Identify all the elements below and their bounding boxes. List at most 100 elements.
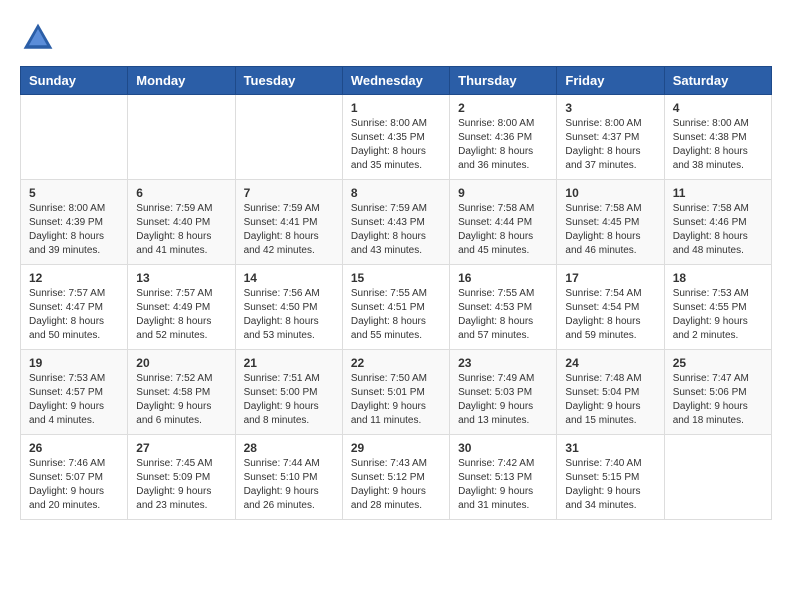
day-number: 1 [351,101,441,115]
calendar-cell: 24Sunrise: 7:48 AM Sunset: 5:04 PM Dayli… [557,350,664,435]
day-number: 30 [458,441,548,455]
day-info: Sunrise: 7:53 AM Sunset: 4:57 PM Dayligh… [29,372,119,428]
logo-icon [20,20,56,56]
day-number: 7 [244,186,334,200]
day-number: 17 [565,271,655,285]
calendar-cell: 14 Sunrise: 7:56 AM Sunset: 4:50 PM Dayli… [235,265,342,350]
day-info: Sunrise: 7:59 AM Sunset: 4:41 PM Dayligh… [244,202,334,258]
calendar-cell: 18 Sunrise: 7:53 AM Sunset: 4:55 PM Dayli… [664,265,771,350]
calendar-cell: 29 Sunrise: 7:43 AM Sunset: 5:12 PM Dayli… [342,435,449,520]
day-of-week-header: Tuesday [235,67,342,95]
calendar-cell: 16 Sunrise: 7:55 AM Sunset: 4:53 PM Dayli… [450,265,557,350]
calendar-week-row: 1 Sunrise: 8:00 AM Sunset: 4:35 PM Daylig… [21,95,772,180]
day-number: 25 [673,356,763,370]
day-info: Sunrise: 7:53 AM Sunset: 4:55 PM Dayligh… [673,287,763,343]
day-number: 29 [351,441,441,455]
day-of-week-header: Sunday [21,67,128,95]
logo [20,20,62,56]
day-number: 3 [565,101,655,115]
day-info: Sunrise: 7:59 AM Sunset: 4:40 PM Dayligh… [136,202,226,258]
calendar-cell: 15 Sunrise: 7:55 AM Sunset: 4:51 PM Dayli… [342,265,449,350]
calendar-cell [235,95,342,180]
day-of-week-header: Friday [557,67,664,95]
day-number: 2 [458,101,548,115]
calendar-cell: 30 Sunrise: 7:42 AM Sunset: 5:13 PM Dayli… [450,435,557,520]
day-info: Sunrise: 7:46 AM Sunset: 5:07 PM Dayligh… [29,457,119,513]
calendar-cell: 22Sunrise: 7:50 AM Sunset: 5:01 PM Dayli… [342,350,449,435]
day-info: Sunrise: 7:56 AM Sunset: 4:50 PM Dayligh… [244,287,334,343]
page-header [20,20,772,56]
day-info: Sunrise: 7:57 AM Sunset: 4:49 PM Dayligh… [136,287,226,343]
day-number: 13 [136,271,226,285]
day-info: Sunrise: 7:40 AM Sunset: 5:15 PM Dayligh… [565,457,655,513]
day-info: Sunrise: 7:58 AM Sunset: 4:45 PM Dayligh… [565,202,655,258]
calendar-cell: 12 Sunrise: 7:57 AM Sunset: 4:47 PM Dayli… [21,265,128,350]
calendar-cell: 5 Sunrise: 8:00 AM Sunset: 4:39 PM Daylig… [21,180,128,265]
calendar-cell [21,95,128,180]
calendar-cell: 28 Sunrise: 7:44 AM Sunset: 5:10 PM Dayli… [235,435,342,520]
day-number: 21 [244,356,334,370]
day-info: Sunrise: 7:48 AM Sunset: 5:04 PM Dayligh… [565,372,655,428]
day-number: 19 [29,356,119,370]
calendar-cell: 26 Sunrise: 7:46 AM Sunset: 5:07 PM Dayli… [21,435,128,520]
calendar-cell [664,435,771,520]
day-of-week-header: Monday [128,67,235,95]
day-info: Sunrise: 8:00 AM Sunset: 4:38 PM Dayligh… [673,117,763,173]
calendar-cell: 25Sunrise: 7:47 AM Sunset: 5:06 PM Dayli… [664,350,771,435]
day-info: Sunrise: 7:44 AM Sunset: 5:10 PM Dayligh… [244,457,334,513]
calendar-table: SundayMondayTuesdayWednesdayThursdayFrid… [20,66,772,520]
calendar-cell: 19 Sunrise: 7:53 AM Sunset: 4:57 PM Dayli… [21,350,128,435]
day-info: Sunrise: 7:54 AM Sunset: 4:54 PM Dayligh… [565,287,655,343]
calendar-cell: 10Sunrise: 7:58 AM Sunset: 4:45 PM Dayli… [557,180,664,265]
day-of-week-header: Thursday [450,67,557,95]
calendar-cell: 3 Sunrise: 8:00 AM Sunset: 4:37 PM Daylig… [557,95,664,180]
day-info: Sunrise: 7:49 AM Sunset: 5:03 PM Dayligh… [458,372,548,428]
calendar-cell: 13 Sunrise: 7:57 AM Sunset: 4:49 PM Dayli… [128,265,235,350]
calendar-cell: 17 Sunrise: 7:54 AM Sunset: 4:54 PM Dayli… [557,265,664,350]
day-info: Sunrise: 7:55 AM Sunset: 4:53 PM Dayligh… [458,287,548,343]
day-number: 22 [351,356,441,370]
day-number: 15 [351,271,441,285]
day-info: Sunrise: 7:58 AM Sunset: 4:44 PM Dayligh… [458,202,548,258]
day-number: 27 [136,441,226,455]
day-info: Sunrise: 8:00 AM Sunset: 4:37 PM Dayligh… [565,117,655,173]
day-info: Sunrise: 7:58 AM Sunset: 4:46 PM Dayligh… [673,202,763,258]
day-number: 11 [673,186,763,200]
day-number: 20 [136,356,226,370]
day-number: 8 [351,186,441,200]
day-number: 14 [244,271,334,285]
day-info: Sunrise: 7:43 AM Sunset: 5:12 PM Dayligh… [351,457,441,513]
day-number: 4 [673,101,763,115]
day-number: 28 [244,441,334,455]
calendar-cell: 6 Sunrise: 7:59 AM Sunset: 4:40 PM Daylig… [128,180,235,265]
calendar-cell: 9 Sunrise: 7:58 AM Sunset: 4:44 PM Daylig… [450,180,557,265]
calendar-week-row: 19 Sunrise: 7:53 AM Sunset: 4:57 PM Dayli… [21,350,772,435]
calendar-cell: 1 Sunrise: 8:00 AM Sunset: 4:35 PM Daylig… [342,95,449,180]
calendar-cell: 27 Sunrise: 7:45 AM Sunset: 5:09 PM Dayli… [128,435,235,520]
calendar-cell: 7 Sunrise: 7:59 AM Sunset: 4:41 PM Daylig… [235,180,342,265]
day-number: 31 [565,441,655,455]
day-number: 9 [458,186,548,200]
calendar-cell: 2Sunrise: 8:00 AM Sunset: 4:36 PM Daylig… [450,95,557,180]
day-info: Sunrise: 8:00 AM Sunset: 4:35 PM Dayligh… [351,117,441,173]
day-of-week-header: Saturday [664,67,771,95]
day-number: 5 [29,186,119,200]
day-info: Sunrise: 7:55 AM Sunset: 4:51 PM Dayligh… [351,287,441,343]
calendar-cell: 23 Sunrise: 7:49 AM Sunset: 5:03 PM Dayli… [450,350,557,435]
day-number: 12 [29,271,119,285]
calendar-cell: 21 Sunrise: 7:51 AM Sunset: 5:00 PM Dayli… [235,350,342,435]
day-info: Sunrise: 7:45 AM Sunset: 5:09 PM Dayligh… [136,457,226,513]
day-info: Sunrise: 7:51 AM Sunset: 5:00 PM Dayligh… [244,372,334,428]
day-number: 18 [673,271,763,285]
day-number: 23 [458,356,548,370]
day-info: Sunrise: 7:57 AM Sunset: 4:47 PM Dayligh… [29,287,119,343]
calendar-header-row: SundayMondayTuesdayWednesdayThursdayFrid… [21,67,772,95]
calendar-week-row: 12 Sunrise: 7:57 AM Sunset: 4:47 PM Dayli… [21,265,772,350]
day-info: Sunrise: 7:52 AM Sunset: 4:58 PM Dayligh… [136,372,226,428]
day-number: 6 [136,186,226,200]
day-number: 16 [458,271,548,285]
day-number: 26 [29,441,119,455]
day-info: Sunrise: 7:42 AM Sunset: 5:13 PM Dayligh… [458,457,548,513]
day-info: Sunrise: 8:00 AM Sunset: 4:39 PM Dayligh… [29,202,119,258]
calendar-cell [128,95,235,180]
